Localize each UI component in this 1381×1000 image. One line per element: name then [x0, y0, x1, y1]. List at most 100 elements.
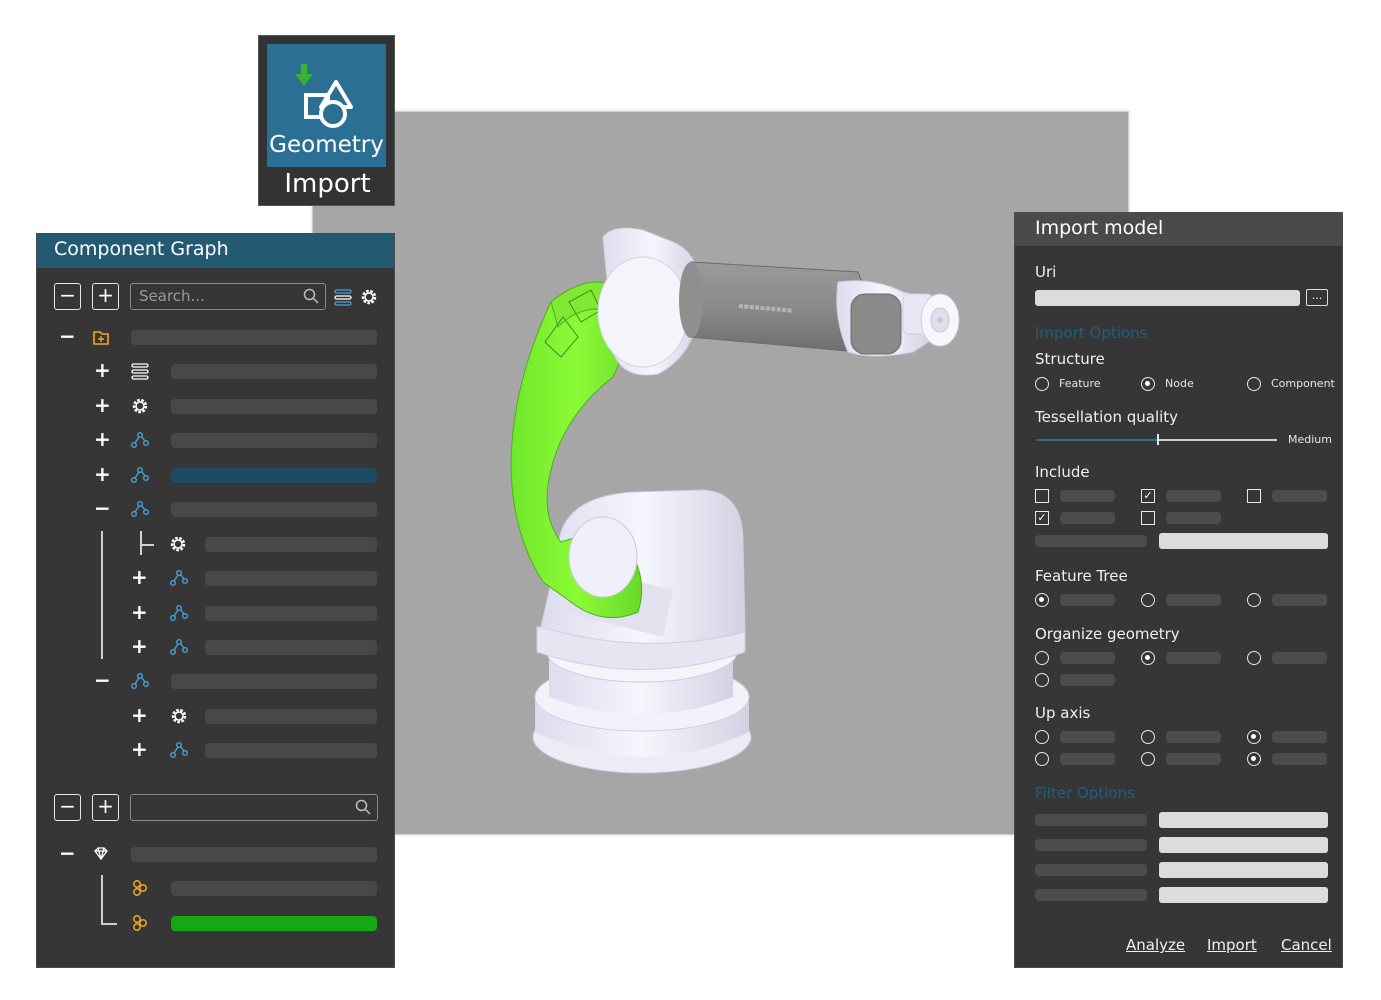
collapse-toggle[interactable]: − [59, 325, 76, 347]
up-axis-radio-1[interactable] [1035, 730, 1049, 744]
up-axis-option-1-label [1060, 731, 1115, 743]
tree-row-root[interactable]: − [57, 325, 387, 349]
organize-radio-4[interactable] [1035, 673, 1049, 687]
filter-label-1 [1035, 814, 1147, 826]
structure-feature-label: Feature [1059, 377, 1101, 390]
include-checkbox-5[interactable] [1141, 511, 1155, 525]
tree-guide-line [140, 544, 154, 546]
filter-input-2[interactable] [1159, 837, 1328, 853]
sliders-icon [131, 363, 149, 380]
import-options-heading: Import Options [1035, 324, 1148, 342]
expand-toggle[interactable]: + [94, 394, 111, 416]
tree-row[interactable]: − [92, 669, 387, 693]
component-search-input[interactable]: Search... [130, 283, 326, 310]
tree-row[interactable]: + [131, 704, 387, 728]
expand-toggle[interactable]: + [131, 601, 148, 623]
browse-button[interactable]: ... [1306, 289, 1328, 306]
organize-radio-3[interactable] [1247, 651, 1261, 665]
tree-row-highlighted[interactable] [92, 911, 387, 935]
organize-radio-1[interactable] [1035, 651, 1049, 665]
node-graph-icon [131, 467, 149, 483]
tree-row[interactable]: + [131, 601, 387, 625]
3d-viewport[interactable]: ▪▪▪▪▪▪▪▪▪▪ [312, 111, 1129, 835]
robot-arm-model: ▪▪▪▪▪▪▪▪▪▪ [510, 227, 960, 774]
organize-option-3-label [1272, 652, 1327, 664]
tree-row[interactable]: + [92, 428, 387, 452]
import-button[interactable]: Import [1207, 936, 1257, 954]
include-field-input[interactable] [1159, 533, 1328, 549]
material-search-input[interactable] [130, 794, 378, 821]
tree-row[interactable]: + [92, 359, 387, 383]
up-axis-radio-4[interactable] [1035, 752, 1049, 766]
tree-row[interactable] [92, 876, 387, 900]
tree-row-label-bar [171, 502, 377, 517]
node-graph-icon [131, 432, 149, 448]
tree-row[interactable]: + [131, 738, 387, 762]
structure-node-radio[interactable] [1141, 377, 1155, 391]
include-checkbox-4[interactable]: ✓ [1035, 511, 1049, 525]
up-axis-option-4-label [1060, 753, 1115, 765]
up-axis-radio-3[interactable] [1247, 730, 1261, 744]
uri-input[interactable] [1035, 290, 1300, 306]
structure-component-label: Component [1271, 377, 1335, 390]
tessellation-slider-thumb[interactable] [1157, 434, 1159, 445]
tessellation-slider-track[interactable] [1037, 434, 1277, 445]
up-axis-label: Up axis [1035, 704, 1091, 722]
expand-all-button[interactable]: + [92, 283, 119, 310]
analyze-button[interactable]: Analyze [1126, 936, 1185, 954]
tree-row-material-root[interactable]: − [57, 842, 387, 866]
include-checkbox-2[interactable]: ✓ [1141, 489, 1155, 503]
app-stage: ▪▪▪▪▪▪▪▪▪▪ Geometry Import Component Gra… [0, 0, 1381, 1000]
expand-toggle[interactable]: + [94, 463, 111, 485]
include-checkbox-1[interactable] [1035, 489, 1049, 503]
feature-tree-radio-2[interactable] [1141, 593, 1155, 607]
structure-node-label: Node [1165, 377, 1194, 390]
expand-toggle[interactable]: + [131, 566, 148, 588]
structure-component-radio[interactable] [1247, 377, 1261, 391]
filter-sliders-icon[interactable] [333, 287, 353, 307]
expand-toggle[interactable]: + [131, 635, 148, 657]
collapse-toggle[interactable]: − [94, 497, 111, 519]
component-folder-icon [93, 331, 109, 345]
geometry-import-icon [295, 64, 353, 128]
tree-row-selected[interactable]: + [92, 463, 387, 487]
expand-toggle[interactable]: + [94, 428, 111, 450]
organize-option-1-label [1060, 652, 1115, 664]
node-graph-icon [131, 501, 149, 517]
tessellation-value: Medium [1288, 433, 1332, 446]
tree-row[interactable]: + [131, 635, 387, 659]
tree-row[interactable]: + [92, 394, 387, 418]
expand-toggle[interactable]: + [131, 704, 148, 726]
tree-row[interactable]: + [131, 566, 387, 590]
up-axis-radio-5[interactable] [1141, 752, 1155, 766]
collapse-toggle[interactable]: − [59, 842, 76, 864]
geometry-import-tile[interactable]: Geometry Import [258, 35, 395, 206]
cancel-button[interactable]: Cancel [1281, 936, 1332, 954]
tree-row-label-bar [171, 364, 377, 379]
feature-tree-option-2-label [1166, 594, 1221, 606]
tessellation-label: Tessellation quality [1035, 408, 1179, 426]
filter-input-3[interactable] [1159, 862, 1328, 878]
expand-toggle[interactable]: + [94, 359, 111, 381]
node-graph-icon [170, 742, 188, 758]
filter-input-4[interactable] [1159, 887, 1328, 903]
tree-row[interactable] [157, 532, 387, 556]
expand-toggle[interactable]: + [131, 738, 148, 760]
collapse-all-button-2[interactable]: − [54, 794, 81, 821]
organize-radio-2[interactable] [1141, 651, 1155, 665]
feature-tree-radio-3[interactable] [1247, 593, 1261, 607]
feature-tree-radio-1[interactable] [1035, 593, 1049, 607]
up-axis-option-6-label [1272, 753, 1327, 765]
up-axis-option-3-label [1272, 731, 1327, 743]
settings-gear-icon[interactable] [359, 287, 379, 307]
up-axis-radio-6[interactable] [1247, 752, 1261, 766]
include-checkbox-3[interactable] [1247, 489, 1261, 503]
collapse-toggle[interactable]: − [94, 669, 111, 691]
collapse-all-button[interactable]: − [54, 283, 81, 310]
structure-feature-radio[interactable] [1035, 377, 1049, 391]
filter-input-1[interactable] [1159, 812, 1328, 828]
up-axis-radio-2[interactable] [1141, 730, 1155, 744]
expand-all-button-2[interactable]: + [92, 794, 119, 821]
up-axis-option-2-label [1166, 731, 1221, 743]
tree-row[interactable]: − [92, 497, 387, 521]
